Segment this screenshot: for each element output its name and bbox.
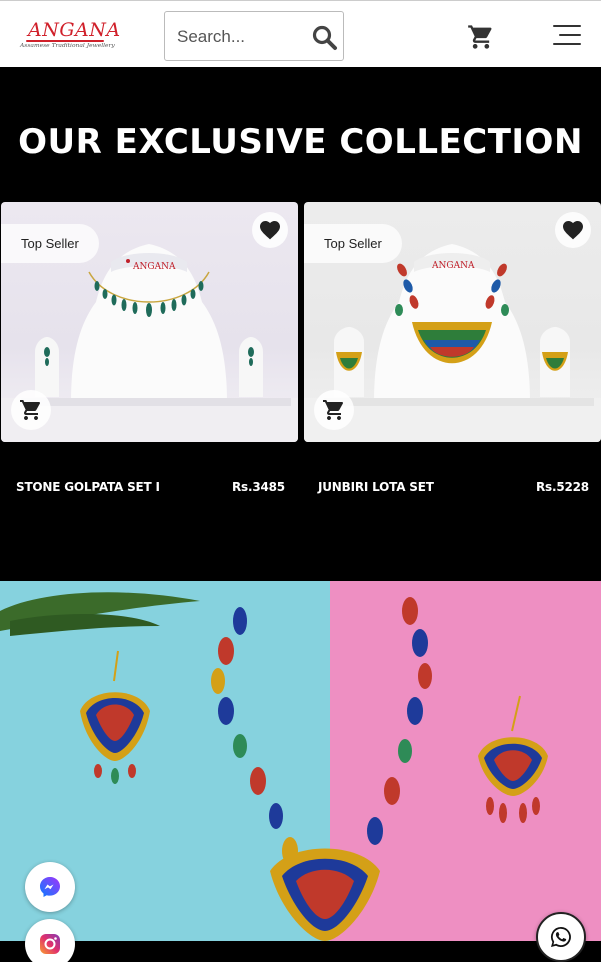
messenger-button[interactable] bbox=[25, 862, 75, 912]
search-icon[interactable] bbox=[311, 24, 339, 52]
cart-icon[interactable] bbox=[467, 23, 495, 51]
top-seller-badge: Top Seller bbox=[304, 224, 402, 263]
product-card-image[interactable]: ANGANA Top Seller bbox=[1, 202, 298, 442]
wishlist-button[interactable] bbox=[252, 212, 288, 248]
hamburger-menu-icon[interactable] bbox=[553, 23, 581, 47]
logo-tagline: Assamese Traditional Jewellery bbox=[20, 42, 115, 49]
logo-name: ANGANA bbox=[28, 19, 121, 41]
site-header: ANGANA Assamese Traditional Jewellery bbox=[0, 0, 601, 67]
instagram-icon bbox=[40, 934, 60, 954]
brand-logo[interactable]: ANGANA Assamese Traditional Jewellery bbox=[20, 19, 120, 53]
whatsapp-button[interactable] bbox=[536, 912, 586, 962]
section-title: OUR EXCLUSIVE COLLECTION bbox=[18, 122, 583, 162]
cart-icon bbox=[20, 400, 41, 420]
banner-jewellery-illustration bbox=[0, 592, 548, 941]
heart-icon bbox=[260, 221, 280, 240]
product-name[interactable]: JUNBIRI LOTA SET bbox=[318, 480, 434, 494]
product-price: Rs.5228 bbox=[536, 480, 589, 494]
instagram-button[interactable] bbox=[25, 919, 75, 962]
cart-icon bbox=[323, 400, 344, 420]
product-name[interactable]: STONE GOLPATA SET I bbox=[16, 480, 160, 494]
search-input[interactable] bbox=[177, 24, 297, 50]
heart-icon bbox=[563, 221, 583, 240]
add-to-cart-button[interactable] bbox=[11, 390, 51, 430]
promo-banner-image[interactable] bbox=[0, 581, 601, 941]
whatsapp-icon bbox=[551, 927, 571, 947]
add-to-cart-button[interactable] bbox=[314, 390, 354, 430]
search-box bbox=[164, 11, 344, 61]
product-card-image[interactable]: ANGANA Top Seller bbox=[304, 202, 601, 442]
product-price: Rs.3485 bbox=[232, 480, 285, 494]
top-seller-badge: Top Seller bbox=[1, 224, 99, 263]
messenger-icon bbox=[40, 877, 60, 897]
svg-text:ANGANA: ANGANA bbox=[132, 262, 176, 272]
wishlist-button[interactable] bbox=[555, 212, 591, 248]
svg-text:ANGANA: ANGANA bbox=[431, 261, 475, 271]
